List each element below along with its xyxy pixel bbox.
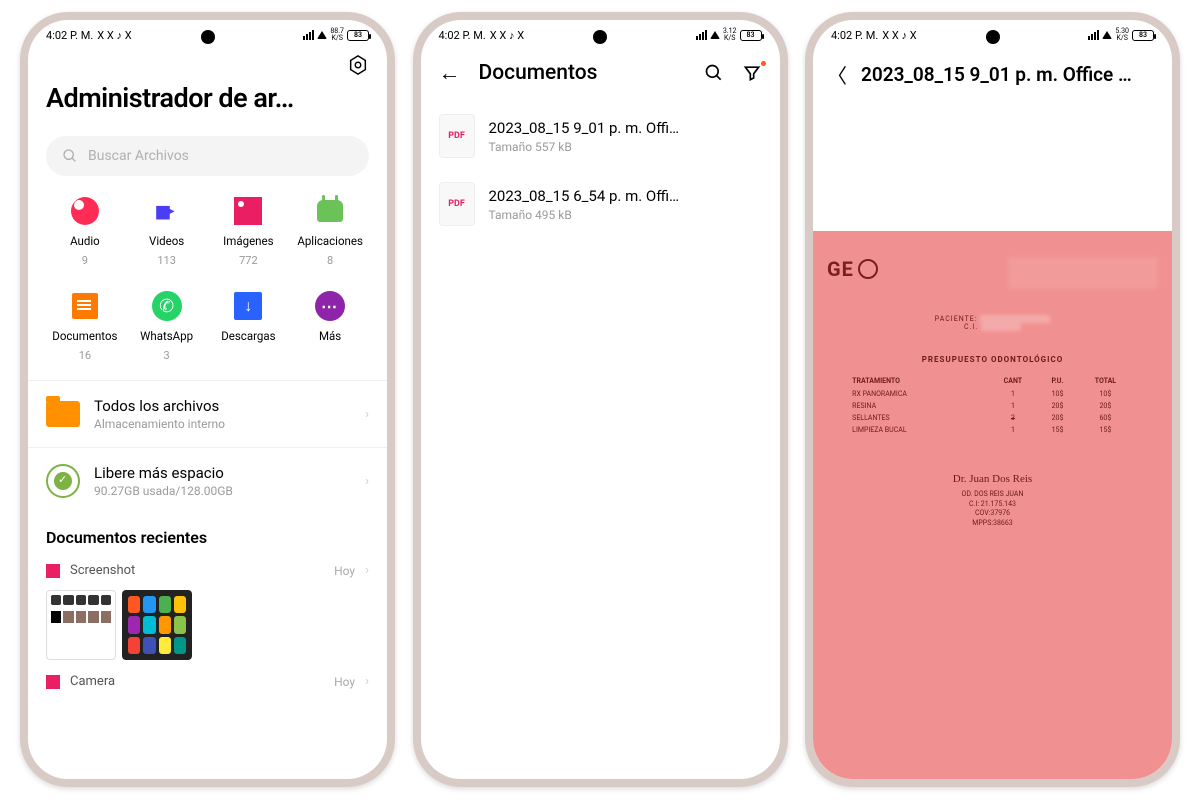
address-redacted (1008, 257, 1158, 289)
free-space-row[interactable]: Libere más espacio90.27GB usada/128.00GB… (28, 447, 387, 514)
battery-icon: 83 (347, 30, 369, 41)
budget-table: TRATAMIENTOCANTP.U.TOTAL RX PANORAMICA11… (850, 374, 1135, 436)
image-icon (46, 675, 60, 689)
back-button[interactable]: 〈 (827, 60, 847, 89)
filter-indicator-icon (761, 61, 766, 66)
signal-icon (303, 30, 314, 40)
pdf-icon: PDF (439, 114, 475, 158)
category-whatsapp[interactable]: ✆WhatsApp3 (126, 289, 208, 362)
audio-icon (71, 197, 99, 225)
search-placeholder: Buscar Archivos (88, 148, 189, 164)
thumbnail[interactable] (122, 590, 192, 660)
chevron-right-icon: › (365, 674, 369, 689)
search-input[interactable]: Buscar Archivos (46, 136, 369, 176)
page-title: Documentos (479, 61, 686, 85)
chevron-right-icon: › (365, 407, 369, 422)
wifi-icon (1102, 31, 1112, 39)
all-files-row[interactable]: Todos los archivosAlmacenamiento interno… (28, 380, 387, 447)
status-bar: 4:02 P. M.X X ♪ X 5.30K/S 83 (813, 20, 1172, 50)
battery-icon: 83 (1132, 30, 1154, 41)
image-icon (46, 564, 60, 578)
image-icon (234, 197, 262, 225)
video-icon: ■▸ (150, 194, 184, 228)
recent-folder-camera[interactable]: Camera Hoy › (46, 668, 369, 695)
settings-button[interactable] (46, 54, 369, 76)
globe-icon (858, 259, 878, 279)
document-preview[interactable]: GE PACIENTE: C.I. PRESUPUESTO ODONTOLÓGI… (813, 101, 1172, 779)
search-button[interactable] (704, 63, 724, 83)
chevron-right-icon: › (365, 563, 369, 578)
cleaner-icon (46, 464, 80, 498)
thumbnail[interactable] (46, 590, 116, 660)
category-downloads[interactable]: ↓Descargas (208, 289, 290, 362)
search-icon (62, 148, 78, 164)
status-time: 4:02 P. M. (46, 29, 93, 42)
document-title: 2023_08_15 9_01 p. m. Office … (861, 63, 1132, 86)
logo-text: GE (827, 257, 854, 281)
scanned-page: GE PACIENTE: C.I. PRESUPUESTO ODONTOLÓGI… (813, 231, 1172, 779)
more-icon: ⋯ (315, 291, 345, 321)
pdf-icon: PDF (439, 182, 475, 226)
category-audio[interactable]: Audio9 (44, 194, 126, 267)
wifi-icon (710, 31, 720, 39)
recent-folder-screenshot[interactable]: Screenshot Hoy › (46, 557, 369, 584)
page-title: Administrador de ar… (46, 82, 369, 114)
document-item[interactable]: PDF 2023_08_15 9_01 p. m. Offi…Tamaño 55… (421, 102, 780, 170)
back-button[interactable]: ← (439, 60, 461, 86)
document-item[interactable]: PDF 2023_08_15 6_54 p. m. Offi…Tamaño 49… (421, 170, 780, 238)
status-bar: 4:02 P. M.X X ♪ X 3.12K/S 83 (421, 20, 780, 50)
folder-icon (46, 401, 80, 427)
android-icon (317, 200, 343, 222)
patient-redacted (980, 315, 1050, 323)
category-more[interactable]: ⋯Más (289, 289, 371, 362)
download-icon: ↓ (234, 292, 262, 320)
category-documents[interactable]: Documentos16 (44, 289, 126, 362)
ci-redacted (981, 323, 1021, 331)
battery-icon: 83 (740, 30, 762, 41)
category-videos[interactable]: ■▸Videos113 (126, 194, 208, 267)
category-images[interactable]: Imágenes772 (208, 194, 290, 267)
chevron-right-icon: › (365, 474, 369, 489)
status-bar: 4:02 P. M. X X ♪ X 88.7K/S 83 (28, 20, 387, 50)
signal-icon (1088, 30, 1099, 40)
filter-button[interactable] (742, 63, 762, 83)
status-app-icons: X X ♪ X (97, 29, 131, 42)
document-heading: PRESUPUESTO ODONTOLÓGICO (827, 355, 1158, 364)
wifi-icon (317, 31, 327, 39)
category-apps[interactable]: Aplicaciones8 (289, 194, 371, 267)
recents-heading: Documentos recientes (46, 528, 369, 547)
dentist-signature: Dr. Juan Dos Reis OD. DOS REIS JUAN C.I:… (827, 472, 1158, 529)
signal-icon (696, 30, 707, 40)
document-icon (72, 293, 98, 319)
whatsapp-icon: ✆ (152, 291, 182, 321)
